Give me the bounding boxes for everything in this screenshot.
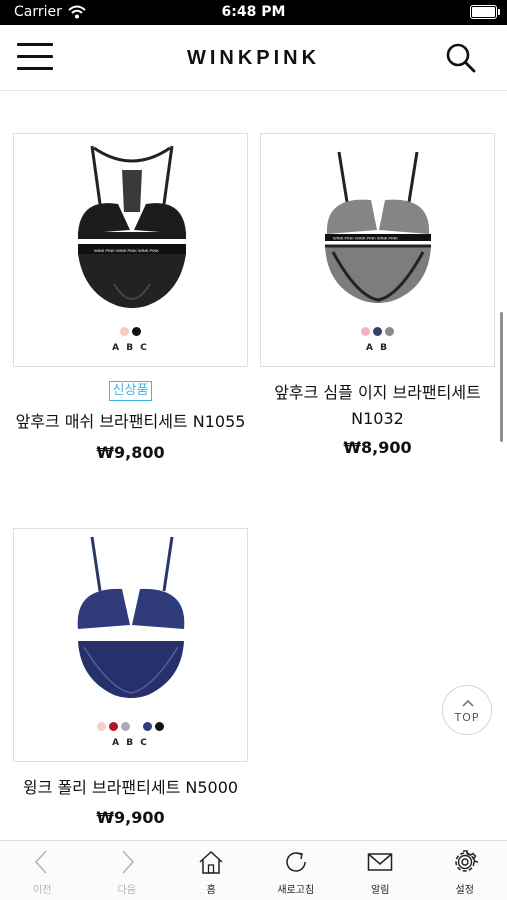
gear-icon [455,850,478,872]
refresh-icon [286,852,306,872]
product-price: ₩9,800 [96,443,165,462]
color-swatch [132,327,141,336]
color-swatch [385,327,394,336]
variant-letters: A B [366,343,389,353]
product-price: ₩8,900 [343,438,412,457]
app-screen: Carrier 6:48 PM WINKPINK WINK PINK WINK … [0,0,507,900]
app-header: WINKPINK [0,25,507,91]
color-swatch [120,327,129,336]
forward-arrow-icon [122,850,134,874]
svg-text:WINK PINK WINK PINK WINK PIN: WINK PINK WINK PINK WINK PINK [333,236,398,241]
color-swatch [121,722,130,731]
color-swatches [261,327,494,336]
scroll-to-top-button[interactable]: TOP [442,685,492,735]
nav-label: 알림 [371,885,390,896]
variant-letters: A B C [112,343,149,353]
top-button-label: TOP [454,711,480,724]
variant-letters: A B C [112,738,149,748]
product-image[interactable]: WINK PINK WINK PINK WINK PINK A B C [13,133,248,367]
nav-label: 다음 [117,885,136,896]
back-arrow-icon [35,850,47,874]
nav-label: 이전 [33,885,52,896]
product-image[interactable]: WINK PINK WINK PINK WINK PINK A B [260,133,495,367]
product-image[interactable]: A B C [13,528,248,762]
nav-notifications-button[interactable]: 알림 [338,841,423,900]
color-swatch [109,722,118,731]
scrollbar[interactable] [500,312,503,442]
nav-label: 홈 [206,885,216,896]
new-product-badge: 신상품 [13,379,248,401]
clock: 6:48 PM [221,4,286,20]
svg-text:WINK PINK WINK PINK WINK P: WINK PINK WINK PINK WINK PINK [94,248,159,253]
color-swatches [14,327,247,336]
nav-label: 설정 [455,885,474,896]
product-card[interactable]: A B C 윙크 폴리 브라팬티세트 N5000 ₩9,900 [13,528,248,828]
color-swatch [143,722,152,731]
nav-home-button[interactable]: 홈 [169,841,254,900]
nav-back-button[interactable]: 이전 [0,841,85,900]
color-swatch [373,327,382,336]
product-name[interactable]: 앞후크 심플 이지 브라팬티세트 N1032 [260,380,495,432]
nav-label: 새로고침 [277,885,315,896]
color-swatches [14,722,247,731]
brand-logo[interactable]: WINKPINK [0,47,507,70]
product-card[interactable]: WINK PINK WINK PINK WINK PINK A B C 신상품 … [13,133,248,463]
search-icon[interactable] [445,42,477,74]
product-card[interactable]: WINK PINK WINK PINK WINK PINK A B 앞후크 심플… [260,133,495,463]
mail-icon [368,853,393,871]
color-swatch [361,327,370,336]
product-name[interactable]: 앞후크 매쉬 브라팬티세트 N1055 [13,409,248,435]
status-bar: Carrier 6:48 PM [0,0,507,25]
color-swatch [155,722,164,731]
product-name[interactable]: 윙크 폴리 브라팬티세트 N5000 [13,775,248,801]
nav-refresh-button[interactable]: 새로고침 [254,841,339,900]
product-price: ₩9,900 [96,808,165,827]
battery-icon [470,5,500,19]
color-swatch [97,722,106,731]
nav-forward-button[interactable]: 다음 [85,841,170,900]
chevron-up-icon [462,699,474,707]
nav-settings-button[interactable]: 설정 [423,841,507,900]
bottom-navigation: 이전 다음 홈 새로고침 알림 설정 [0,840,507,900]
home-icon [199,850,223,874]
